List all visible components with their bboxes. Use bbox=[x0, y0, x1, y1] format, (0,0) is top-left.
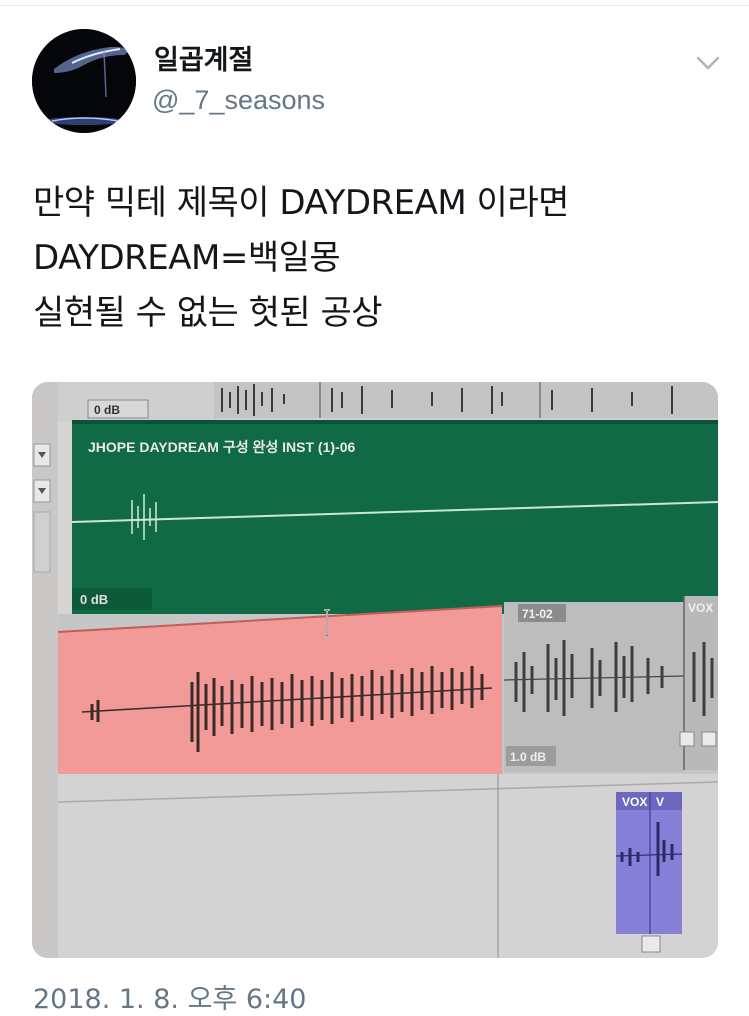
inst-track-gain: 0 dB bbox=[80, 592, 108, 607]
chevron-down-icon[interactable] bbox=[692, 50, 724, 76]
tweet-text-line: 만약 믹테 제목이 DAYDREAM 이라면 bbox=[33, 183, 569, 223]
tweet-timestamp[interactable]: 2018. 1. 8. 오후 6:40 bbox=[33, 984, 306, 1016]
vocal-clip-label: 71-02 bbox=[522, 607, 553, 621]
track-top-gain: 0 dB bbox=[94, 403, 120, 417]
avatar[interactable] bbox=[32, 29, 136, 133]
vox-clip-label: VOX bbox=[688, 601, 713, 615]
display-name[interactable]: 일곱계절 bbox=[154, 45, 253, 77]
tweet-photo[interactable]: 0 dB JHOPE DAYDREAM 구성 완성 INST (1)-06 0 … bbox=[32, 382, 718, 958]
tweet-text: 만약 믹테 제목이 DAYDREAM 이라면 DAYDREAM=백일몽 실현될 … bbox=[33, 176, 733, 341]
vox-clip-3-label: V bbox=[656, 795, 664, 809]
tweet-text-line: 실현될 수 없는 헛된 공상 bbox=[33, 293, 383, 333]
top-divider bbox=[0, 0, 749, 6]
tweet-text-line: DAYDREAM=백일몽 bbox=[33, 238, 341, 278]
vocal-clip-gain: 1.0 dB bbox=[510, 750, 546, 764]
vox-clip-2-label: VOX bbox=[622, 795, 647, 809]
inst-clip-label: JHOPE DAYDREAM 구성 완성 INST (1)-06 bbox=[88, 439, 355, 455]
user-handle[interactable]: @_7_seasons bbox=[152, 84, 325, 116]
